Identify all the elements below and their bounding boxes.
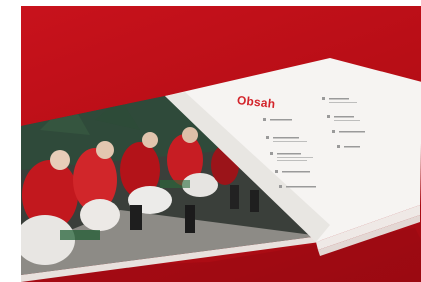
book-illustration bbox=[21, 58, 421, 282]
photograph: Obsah bbox=[0, 0, 421, 282]
